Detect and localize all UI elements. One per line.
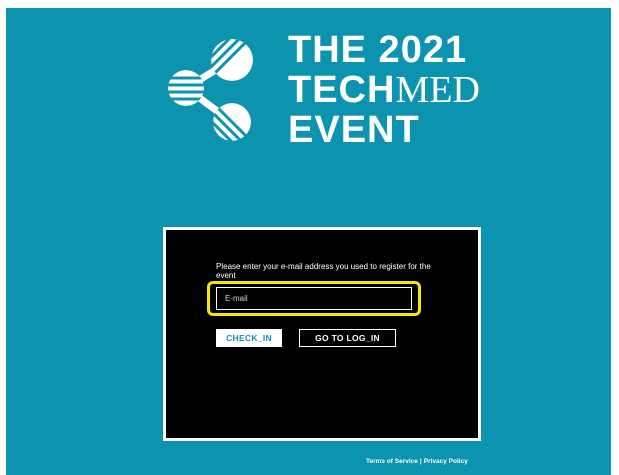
check-in-button[interactable]: CHECK_IN (216, 329, 282, 347)
checkin-panel: Please enter your e-mail address you use… (163, 227, 481, 441)
email-input[interactable] (216, 287, 412, 310)
event-title-line-2: TECHMED (288, 70, 480, 110)
event-title-tech: TECH (288, 69, 396, 111)
terms-of-service-link[interactable]: Terms of Service (366, 458, 418, 465)
page-background: THE 2021 TECHMED EVENT Please enter your… (6, 8, 611, 475)
footer-links: Terms of Service | Privacy Policy (366, 458, 468, 465)
share-nodes-logo-icon (168, 39, 253, 141)
go-to-log-in-button[interactable]: GO TO LOG_IN (299, 329, 396, 347)
instruction-text: Please enter your e-mail address you use… (216, 262, 431, 279)
privacy-policy-link[interactable]: Privacy Policy (424, 458, 468, 465)
event-title-line-3: EVENT (288, 109, 420, 151)
event-title-line-1: THE 2021 (288, 29, 468, 71)
event-title-med: MED (395, 69, 480, 111)
event-title: THE 2021 TECHMED EVENT (288, 30, 480, 150)
